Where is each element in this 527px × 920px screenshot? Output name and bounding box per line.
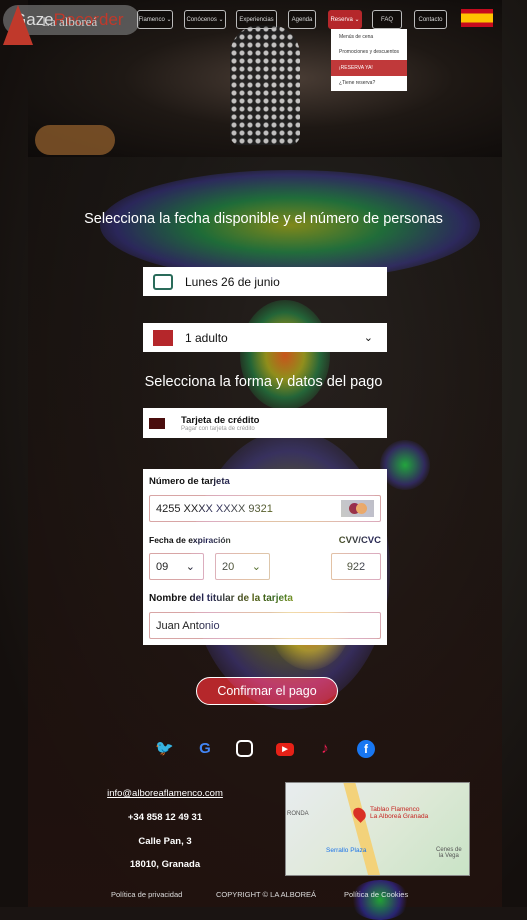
- phone: +34 858 12 49 31: [127, 812, 203, 823]
- map-label: Serrallo Plaza: [326, 847, 367, 854]
- location-map[interactable]: RONDA Tablao Flamenco La Alboreá Granada …: [285, 782, 470, 876]
- card-number-label: Número de tarjeta: [149, 476, 230, 487]
- people-value: 1 adulto: [185, 330, 228, 345]
- cvv-input[interactable]: 922: [331, 553, 381, 580]
- nav-faq[interactable]: FAQ: [372, 10, 402, 29]
- street: Calle Pan, 3: [138, 836, 192, 847]
- map-place-name-2: La Alboreá Granada: [370, 813, 429, 820]
- method-title: Tarjeta de crédito: [181, 414, 260, 426]
- instagram-icon[interactable]: [236, 740, 253, 757]
- card-number-input[interactable]: 4255 XXXX XXXX 9321: [149, 495, 381, 522]
- confirm-payment-button[interactable]: Confirmar el pago: [196, 677, 338, 705]
- tiktok-icon[interactable]: ♪: [316, 740, 334, 758]
- dropdown-item[interactable]: Promociones y descuentos: [331, 45, 407, 61]
- map-place-name: Tablao Flamenco: [370, 806, 420, 813]
- card-icon: [149, 417, 165, 429]
- nav-flamenco[interactable]: Flamenco ⌄: [137, 10, 173, 29]
- person-icon: [153, 329, 173, 346]
- dancer-image: [230, 25, 300, 145]
- city: 18010, Granada: [129, 859, 201, 870]
- guitar-image: [35, 125, 115, 155]
- nav-agenda[interactable]: Agenda: [288, 10, 316, 29]
- expiry-label: Fecha de expiración: [149, 535, 231, 545]
- nav-conocenos[interactable]: Conócenos ⌄: [184, 10, 226, 29]
- chevron-down-icon: ⌄: [363, 332, 373, 344]
- method-subtitle: Pagar con tarjeta de crédito: [181, 425, 255, 432]
- twitter-icon[interactable]: 🐦: [155, 740, 174, 758]
- calendar-icon: [153, 273, 173, 290]
- expiry-year-select[interactable]: 20 ⌄: [215, 553, 270, 580]
- facebook-icon[interactable]: f: [357, 740, 375, 758]
- cookies-link[interactable]: Política de Cookies: [344, 890, 408, 899]
- dropdown-item-active[interactable]: ¡RESERVA YA!: [331, 60, 407, 76]
- holder-label: Nombre del titular de la tarjeta: [149, 593, 293, 604]
- site-logo[interactable]: La alboreá: [42, 14, 97, 30]
- booking-title: Selecciona la fecha disponible y el núme…: [84, 211, 443, 227]
- expiry-month-select[interactable]: 09 ⌄: [149, 553, 204, 580]
- privacy-link[interactable]: Política de privacidad: [111, 890, 182, 899]
- mastercard-icon: [341, 500, 374, 517]
- chevron-down-icon: ⌄: [185, 561, 195, 573]
- holder-input[interactable]: Juan Antonio: [149, 612, 381, 639]
- email-link[interactable]: info@alboreaflamenco.com: [75, 788, 255, 799]
- google-icon[interactable]: G: [196, 740, 214, 758]
- chevron-down-icon: ⌄: [251, 561, 261, 573]
- payment-title: Selecciona la forma y datos del pago: [144, 374, 383, 390]
- dropdown-item[interactable]: Menús de cena: [331, 29, 407, 45]
- date-value: Lunes 26 de junio: [185, 274, 280, 289]
- copyright: COPYRIGHT © LA ALBOREÁ: [216, 890, 317, 899]
- youtube-icon[interactable]: ▶: [276, 743, 294, 756]
- payment-method-credit-card[interactable]: Tarjeta de crédito Pagar con tarjeta de …: [143, 408, 387, 438]
- map-label: RONDA: [287, 811, 309, 817]
- nav-contacto[interactable]: Contacto: [414, 10, 447, 29]
- people-select[interactable]: 1 adulto ⌄: [143, 323, 387, 352]
- dropdown-item[interactable]: ¿Tiene reserva?: [331, 76, 407, 92]
- card-form: Número de tarjeta 4255 XXXX XXXX 9321 Fe…: [143, 469, 387, 645]
- reserva-dropdown: Menús de cena Promociones y descuentos ¡…: [331, 29, 407, 91]
- language-flag-icon[interactable]: [461, 9, 493, 27]
- nav-experiencias[interactable]: Experiencias: [236, 10, 277, 29]
- cvv-label: CVV/CVC: [338, 535, 381, 546]
- nav-reserva[interactable]: Reserva ⌄: [328, 10, 362, 29]
- date-field[interactable]: Lunes 26 de junio: [143, 267, 387, 296]
